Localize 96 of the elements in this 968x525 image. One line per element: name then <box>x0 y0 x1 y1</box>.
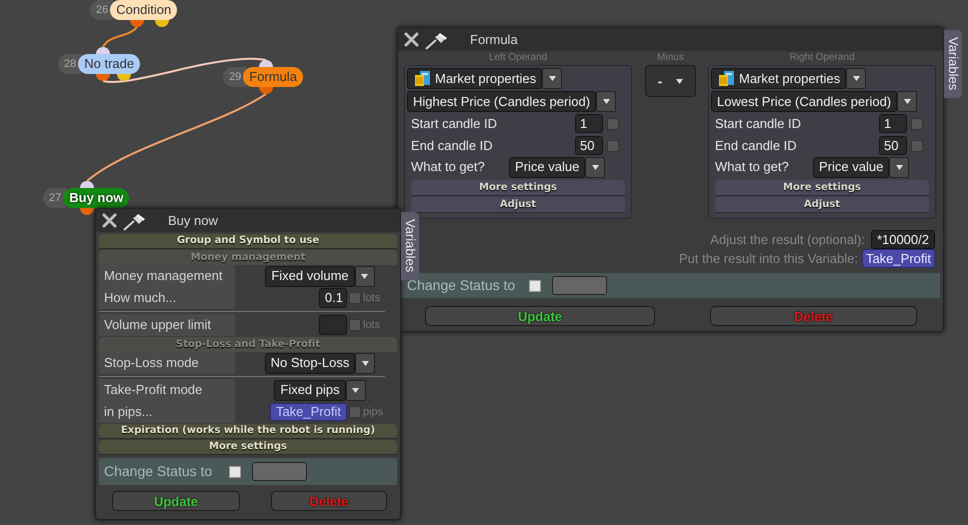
operand-label: Right Operand <box>788 52 856 64</box>
input-port[interactable] <box>96 47 110 54</box>
number-field[interactable]: 50 <box>879 136 907 155</box>
coins-document-icon <box>717 70 735 87</box>
number-field[interactable]: 0.1 <box>319 288 347 308</box>
setting-label: Money management <box>99 265 235 287</box>
flow-node[interactable]: Condition <box>110 0 178 20</box>
operator-select[interactable]: - <box>645 65 696 97</box>
variable-chip[interactable]: Take_Profit <box>862 249 935 268</box>
caret-icon <box>592 164 599 170</box>
operand-label: Left Operand <box>488 52 548 64</box>
mode-select[interactable]: No Stop-Loss <box>264 352 356 374</box>
caret-icon <box>676 78 684 84</box>
window-title: Formula <box>470 30 518 49</box>
output-port[interactable] <box>80 208 94 215</box>
section-header[interactable]: Group and Symbol to use <box>99 234 397 249</box>
status-field[interactable] <box>552 276 607 295</box>
field-label: End candle ID <box>715 136 797 155</box>
section-header[interactable]: Expiration (works while the robot is running) <box>99 424 397 439</box>
section-header[interactable]: More settings <box>715 180 929 196</box>
checkbox[interactable] <box>607 118 619 130</box>
section-header[interactable]: Adjust <box>715 197 929 213</box>
field-label: Start candle ID <box>715 114 801 133</box>
source-select[interactable]: Market properties <box>711 68 846 89</box>
field-label: What to get? <box>411 158 486 176</box>
caret-icon <box>361 274 368 278</box>
caret-icon <box>904 99 911 104</box>
checkbox[interactable] <box>607 140 619 152</box>
output-port[interactable] <box>130 20 144 27</box>
checkbox[interactable] <box>911 140 923 152</box>
setting-label: How much... <box>99 287 235 309</box>
setting-label: Take-Profit mode <box>99 379 235 401</box>
setting-label: Volume upper limit <box>99 314 235 336</box>
flow-node[interactable]: No trade <box>78 54 140 74</box>
value-select[interactable]: Price value <box>509 156 586 178</box>
setting-label: Stop-Loss mode <box>99 352 235 374</box>
operator-label: Minus <box>656 52 685 64</box>
input-port[interactable] <box>259 60 273 67</box>
caret-icon <box>362 360 369 366</box>
number-field[interactable]: 1 <box>879 114 907 133</box>
setting-label: in pips... <box>99 401 235 423</box>
change-status-label: Change Status to <box>104 462 212 481</box>
unit-label: lots <box>363 290 380 306</box>
field-label: What to get? <box>715 158 790 176</box>
checkbox[interactable] <box>349 292 361 304</box>
checkbox[interactable] <box>349 319 361 331</box>
property-select[interactable]: Highest Price (Candles period) <box>407 91 596 112</box>
coins-document-icon <box>413 70 431 87</box>
node-number: 27 <box>43 188 66 208</box>
output-port[interactable] <box>96 74 110 81</box>
caret-icon <box>852 76 860 81</box>
checkbox[interactable] <box>911 118 923 130</box>
variable-chip[interactable]: Take_Profit <box>270 403 347 421</box>
caret-icon <box>548 76 556 81</box>
output-port[interactable] <box>155 20 169 27</box>
checkbox[interactable] <box>349 406 361 418</box>
caret-icon <box>896 164 903 170</box>
source-select[interactable]: Market properties <box>407 68 542 89</box>
node-number: 26 <box>90 0 114 20</box>
unit-label: pips <box>363 404 384 420</box>
section-header[interactable]: More settings <box>99 440 397 455</box>
node-number: 29 <box>223 67 246 87</box>
close-icon[interactable] <box>102 213 117 228</box>
unit-label: lots <box>363 318 380 333</box>
caret-icon <box>352 388 360 392</box>
mode-select[interactable]: Fixed pips <box>274 380 346 400</box>
checkbox[interactable] <box>229 466 241 478</box>
output-port[interactable] <box>259 87 273 94</box>
variables-tab[interactable]: Variables <box>944 30 962 98</box>
adjust-label: Adjust the result (optional): <box>710 230 865 249</box>
property-select[interactable]: Lowest Price (Candles period) <box>711 91 898 112</box>
field-label: Start candle ID <box>411 114 497 133</box>
number-field[interactable] <box>319 315 347 335</box>
close-icon[interactable] <box>404 32 419 47</box>
update-button[interactable]: Update <box>425 306 655 326</box>
number-field[interactable]: 1 <box>575 114 603 133</box>
status-field[interactable] <box>252 462 307 481</box>
result-label: Put the result into this Variable: <box>678 250 858 268</box>
caret-icon <box>602 99 610 104</box>
field-label: End candle ID <box>411 136 493 155</box>
section-header[interactable]: More settings <box>411 180 625 196</box>
flow-node[interactable]: Buy now <box>63 188 130 208</box>
section-header[interactable]: Adjust <box>411 197 625 213</box>
number-field[interactable]: 50 <box>575 136 603 155</box>
mode-select[interactable]: Fixed volume <box>265 266 355 286</box>
input-port[interactable] <box>80 181 94 188</box>
node-number: 28 <box>58 54 82 74</box>
variables-tab[interactable]: Variables <box>401 212 419 280</box>
adjust-field[interactable]: *10000/2 <box>870 230 935 249</box>
connector-line <box>102 26 138 48</box>
update-button[interactable]: Update <box>112 491 240 511</box>
output-port[interactable] <box>117 74 131 81</box>
window-title: Buy now <box>168 212 218 230</box>
value-select[interactable]: Price value <box>813 156 890 178</box>
checkbox[interactable] <box>529 280 541 292</box>
flow-node[interactable]: Formula <box>243 67 303 87</box>
